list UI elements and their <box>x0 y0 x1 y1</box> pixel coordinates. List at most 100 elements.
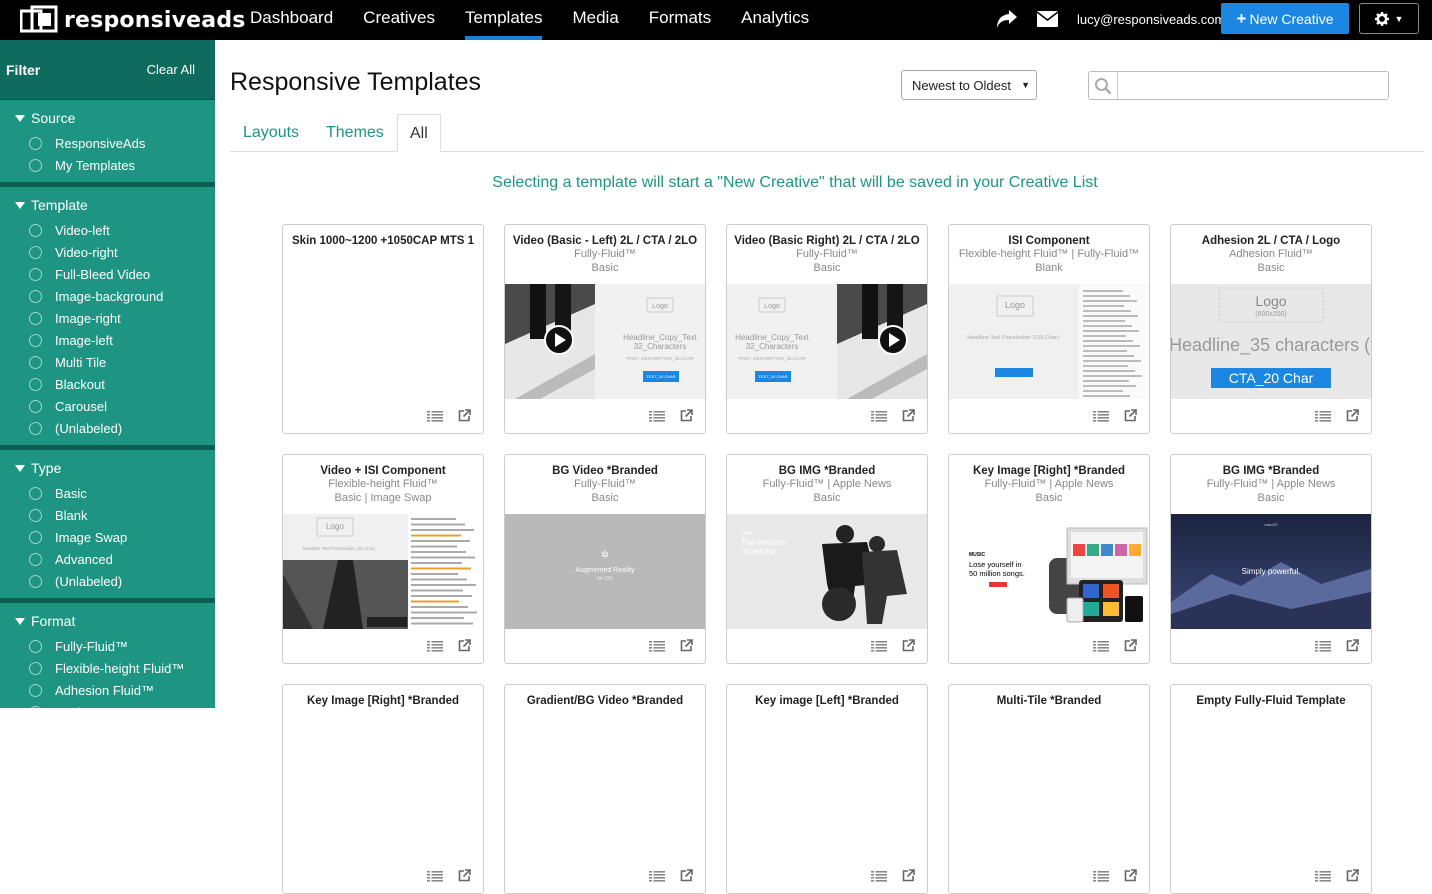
filter-option[interactable]: Blank <box>0 504 215 526</box>
filter-option[interactable]: Flexible-height Fluid™ <box>0 657 215 679</box>
filter-option[interactable]: My Templates <box>0 154 215 176</box>
filter-option[interactable]: Full-Bleed Video <box>0 263 215 285</box>
clear-all-link[interactable]: Clear All <box>147 62 195 77</box>
radio-button[interactable] <box>29 377 42 391</box>
template-card[interactable]: BG IMG *Branded Fully-Fluid™ | Apple News… <box>726 454 928 664</box>
list-icon[interactable] <box>871 871 887 883</box>
list-icon[interactable] <box>649 871 665 883</box>
nav-formats[interactable]: Formats <box>649 0 711 40</box>
template-card[interactable]: Video (Basic - Left) 2L / CTA / 2LO Fully… <box>504 224 706 434</box>
search-icon[interactable] <box>1089 72 1118 99</box>
list-icon[interactable] <box>1315 641 1331 653</box>
radio-button[interactable] <box>29 486 42 500</box>
card-thumbnail[interactable]: ✲ Augmented Reality for iOS <box>505 514 705 629</box>
nav-analytics[interactable]: Analytics <box>741 0 809 40</box>
filter-section-title[interactable]: Source <box>0 108 215 128</box>
template-card[interactable]: Adhesion 2L / CTA / Logo Adhesion Fluid™ B… <box>1170 224 1372 434</box>
filter-section-title[interactable]: Type <box>0 458 215 478</box>
filter-option[interactable]: Blackout <box>0 373 215 395</box>
external-link-icon[interactable] <box>680 409 693 422</box>
nav-dashboard[interactable]: Dashboard <box>250 0 333 40</box>
radio-button[interactable] <box>29 289 42 303</box>
filter-option[interactable]: Adhesion Fluid™ <box>0 679 215 701</box>
filter-section-title[interactable]: Template <box>0 195 215 215</box>
tab-layouts[interactable]: Layouts <box>243 114 299 152</box>
external-link-icon[interactable] <box>1124 869 1137 882</box>
external-link-icon[interactable] <box>1346 409 1359 422</box>
filter-option[interactable]: Image-left <box>0 329 215 351</box>
filter-option[interactable]: Video-right <box>0 241 215 263</box>
external-link-icon[interactable] <box>458 639 471 652</box>
tab-themes[interactable]: Themes <box>326 114 384 152</box>
radio-button[interactable] <box>29 530 42 544</box>
new-creative-button[interactable]: + New Creative <box>1221 3 1349 34</box>
card-thumbnail[interactable]: Logo Headline_Copy_Text 32_Characters PO… <box>505 284 705 399</box>
sort-select[interactable]: Newest to Oldest ▼ <box>901 70 1037 100</box>
template-card[interactable]: Key Image [Right] *Branded Fully-Fluid™ |… <box>948 454 1150 664</box>
radio-button[interactable] <box>29 311 42 325</box>
radio-button[interactable] <box>29 158 42 172</box>
template-card[interactable]: BG IMG *Branded Fully-Fluid™ | Apple News… <box>1170 454 1372 664</box>
list-icon[interactable] <box>427 871 443 883</box>
search-box[interactable] <box>1088 71 1389 100</box>
template-card[interactable]: Video (Basic Right) 2L / CTA / 2LO Fully-… <box>726 224 928 434</box>
external-link-icon[interactable] <box>1346 869 1359 882</box>
filter-option[interactable]: (Unlabeled) <box>0 570 215 592</box>
list-icon[interactable] <box>871 641 887 653</box>
radio-button[interactable] <box>29 552 42 566</box>
nav-creatives[interactable]: Creatives <box>363 0 435 40</box>
radio-button[interactable] <box>29 508 42 522</box>
card-thumbnail[interactable]: Logo Headline Text Placeholder (35 Char) <box>283 514 483 629</box>
template-card[interactable]: Skin 1000~1200 +1050CAP MTS 1 <box>282 224 484 434</box>
external-link-icon[interactable] <box>680 869 693 882</box>
filter-option[interactable]: Multi Tile <box>0 351 215 373</box>
card-thumbnail[interactable]: Logo Headline Text Placeholder (135 Char… <box>949 284 1149 399</box>
list-icon[interactable] <box>427 641 443 653</box>
tab-all[interactable]: All <box>397 114 441 152</box>
external-link-icon[interactable] <box>1124 409 1137 422</box>
list-icon[interactable] <box>649 641 665 653</box>
filter-section-title[interactable]: Format <box>0 611 215 631</box>
filter-option[interactable]: Image Swap <box>0 526 215 548</box>
filter-option[interactable]: Image-right <box>0 307 215 329</box>
template-card[interactable]: Key Image [Right] *Branded <box>282 684 484 894</box>
search-input[interactable] <box>1118 72 1388 99</box>
template-card[interactable]: Video + ISI Component Flexible-height Flu… <box>282 454 484 664</box>
radio-button[interactable] <box>29 333 42 347</box>
brand-logo[interactable]: responsiveads <box>20 4 246 36</box>
list-icon[interactable] <box>1093 411 1109 423</box>
mail-icon[interactable] <box>1037 11 1058 27</box>
filter-option[interactable]: Apple News <box>0 701 215 708</box>
radio-button[interactable] <box>29 639 42 653</box>
filter-option[interactable]: Image-background <box>0 285 215 307</box>
radio-button[interactable] <box>29 355 42 369</box>
external-link-icon[interactable] <box>902 639 915 652</box>
nav-media[interactable]: Media <box>572 0 618 40</box>
card-thumbnail[interactable]: Logo Headline_Copy_Text 32_Characters PO… <box>727 284 927 399</box>
filter-option[interactable]: ResponsiveAds <box>0 132 215 154</box>
share-icon[interactable] <box>996 9 1018 29</box>
radio-button[interactable] <box>29 136 42 150</box>
settings-dropdown-button[interactable]: ▼ <box>1359 3 1419 34</box>
external-link-icon[interactable] <box>1346 639 1359 652</box>
template-card[interactable]: ISI Component Flexible-height Fluid™ | Fu… <box>948 224 1150 434</box>
list-icon[interactable] <box>649 411 665 423</box>
radio-button[interactable] <box>29 421 42 435</box>
user-email[interactable]: lucy@responsiveads.com <box>1077 12 1225 27</box>
list-icon[interactable] <box>427 411 443 423</box>
filter-option[interactable]: Advanced <box>0 548 215 570</box>
list-icon[interactable] <box>1315 871 1331 883</box>
list-icon[interactable] <box>1093 641 1109 653</box>
external-link-icon[interactable] <box>902 409 915 422</box>
radio-button[interactable] <box>29 245 42 259</box>
template-card[interactable]: BG Video *Branded Fully-Fluid™ Basic ✲ Aug… <box>504 454 706 664</box>
filter-option[interactable]: Basic <box>0 482 215 504</box>
external-link-icon[interactable] <box>902 869 915 882</box>
template-card[interactable]: Gradient/BG Video *Branded <box>504 684 706 894</box>
template-card[interactable]: Empty Fully-Fluid Template <box>1170 684 1372 894</box>
card-thumbnail[interactable]: macOS Simply powerful. <box>1171 514 1371 629</box>
external-link-icon[interactable] <box>458 869 471 882</box>
card-thumbnail[interactable]: MUSIC Lose yourself in 50 million songs. <box>949 514 1149 629</box>
filter-option[interactable]: Carousel <box>0 395 215 417</box>
nav-templates[interactable]: Templates <box>464 0 543 40</box>
